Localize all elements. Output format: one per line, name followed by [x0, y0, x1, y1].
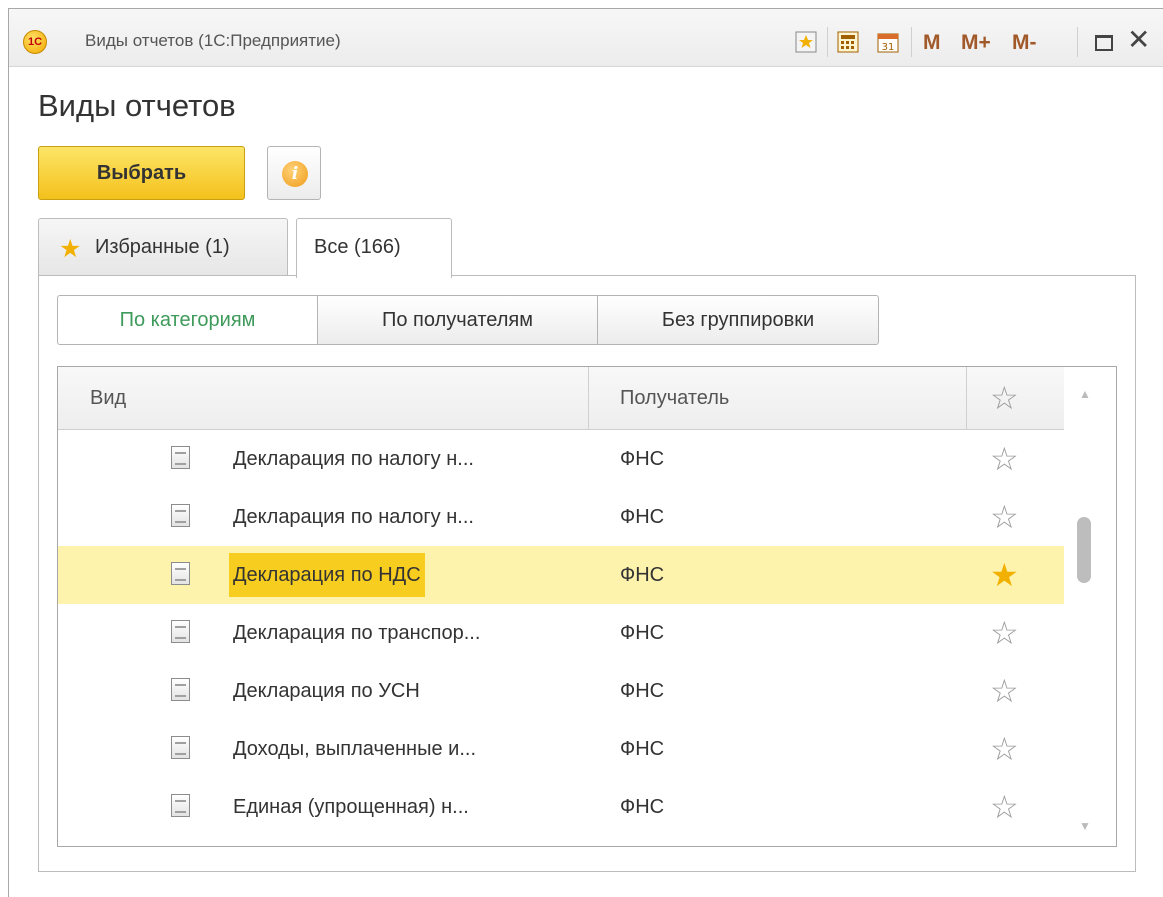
no-grouping-button[interactable]: Без группировки	[597, 295, 879, 345]
row-name: Единая (упрощенная) н...	[233, 796, 469, 818]
memory-button[interactable]: M	[923, 31, 941, 55]
favorites-star-icon[interactable]	[795, 31, 817, 55]
row-name: Доходы, выплаченные и...	[233, 738, 476, 760]
calendar-day-label: 31	[882, 42, 895, 53]
row-name: Декларация по налогу н...	[233, 448, 474, 470]
scroll-up-arrow-icon[interactable]: ▲	[1079, 387, 1091, 401]
window-title: Виды отчетов (1С:Предприятие)	[85, 31, 341, 50]
star-outline-icon[interactable]: ☆	[990, 500, 1019, 534]
info-button[interactable]: i	[267, 146, 321, 200]
row-name: Декларация по налогу н...	[233, 506, 474, 528]
star-filled-icon[interactable]: ★	[990, 558, 1019, 592]
tab-favorites-label: Избранные (1)	[95, 236, 230, 258]
info-icon: i	[282, 161, 308, 187]
column-header-vid[interactable]: Вид	[90, 367, 126, 430]
vertical-scrollbar[interactable]: ▲ ▼	[1064, 367, 1116, 846]
row-name: Декларация по транспор...	[233, 622, 481, 644]
column-divider	[966, 367, 967, 430]
column-header-recipient[interactable]: Получатель	[620, 367, 729, 430]
row-recipient: ФНС	[620, 796, 665, 818]
tab-all[interactable]: Все (166)	[296, 218, 452, 278]
memory-minus-button[interactable]: M-	[1012, 31, 1037, 55]
scroll-down-arrow-icon[interactable]: ▼	[1079, 819, 1091, 833]
table-row[interactable]: Доходы, выплаченные и... ФНС ☆	[58, 720, 1064, 778]
tab-favorites[interactable]: ★ Избранные (1)	[38, 218, 288, 276]
tab-all-label: Все (166)	[314, 236, 401, 258]
report-types-table: Вид Получатель ☆ Декларация по налогу н.…	[57, 366, 1117, 847]
star-outline-icon[interactable]: ☆	[990, 381, 1019, 415]
calculator-icon[interactable]	[837, 31, 859, 55]
grouping-switch: По категориям По получателям Без группир…	[57, 295, 879, 345]
toolbar-divider	[1077, 27, 1078, 57]
star-outline-icon[interactable]: ☆	[990, 616, 1019, 650]
star-icon: ★	[59, 235, 82, 263]
row-name: Декларация по НДС	[229, 553, 425, 597]
table-row[interactable]: Декларация по УСН ФНС ☆	[58, 662, 1064, 720]
document-icon	[171, 736, 190, 759]
toolbar-divider	[827, 27, 828, 57]
column-divider	[588, 367, 589, 430]
document-icon	[171, 620, 190, 643]
toolbar-divider	[911, 27, 912, 57]
table-row[interactable]: Единая (упрощенная) н... ФНС ☆	[58, 778, 1064, 836]
group-by-category-button[interactable]: По категориям	[57, 295, 318, 345]
close-icon[interactable]: ✕	[1127, 25, 1150, 55]
page-title: Виды отчетов	[38, 88, 236, 123]
row-recipient: ФНС	[620, 564, 665, 586]
star-outline-icon[interactable]: ☆	[990, 732, 1019, 766]
document-icon	[171, 446, 190, 469]
select-button[interactable]: Выбрать	[38, 146, 245, 200]
star-outline-icon[interactable]: ☆	[990, 442, 1019, 476]
star-outline-icon[interactable]: ☆	[990, 790, 1019, 824]
scroll-thumb[interactable]	[1077, 517, 1091, 583]
calendar-icon[interactable]: 31	[877, 31, 899, 55]
row-recipient: ФНС	[620, 506, 665, 528]
title-bar: 1С Виды отчетов (1С:Предприятие) 31 M M+…	[9, 9, 1163, 67]
table-row[interactable]: Декларация по транспор... ФНС ☆	[58, 604, 1064, 662]
table-body: Декларация по налогу н... ФНС ☆ Декларац…	[58, 430, 1064, 836]
row-name: Декларация по УСН	[233, 680, 420, 702]
table-row[interactable]: Декларация по налогу н... ФНС ☆	[58, 488, 1064, 546]
1c-logo-icon: 1С	[23, 30, 47, 54]
memory-plus-button[interactable]: M+	[961, 31, 991, 55]
star-outline-icon[interactable]: ☆	[990, 674, 1019, 708]
document-icon	[171, 562, 190, 585]
row-recipient: ФНС	[620, 680, 665, 702]
document-icon	[171, 504, 190, 527]
row-recipient: ФНС	[620, 622, 665, 644]
table-row[interactable]: Декларация по налогу н... ФНС ☆	[58, 430, 1064, 488]
document-icon	[171, 678, 190, 701]
group-by-recipient-button[interactable]: По получателям	[317, 295, 598, 345]
maximize-icon[interactable]	[1095, 35, 1113, 51]
document-icon	[171, 794, 190, 817]
row-recipient: ФНС	[620, 738, 665, 760]
table-header: Вид Получатель ☆	[58, 367, 1064, 430]
table-row-selected[interactable]: Декларация по НДС ФНС ★	[58, 546, 1064, 604]
row-recipient: ФНС	[620, 448, 665, 470]
